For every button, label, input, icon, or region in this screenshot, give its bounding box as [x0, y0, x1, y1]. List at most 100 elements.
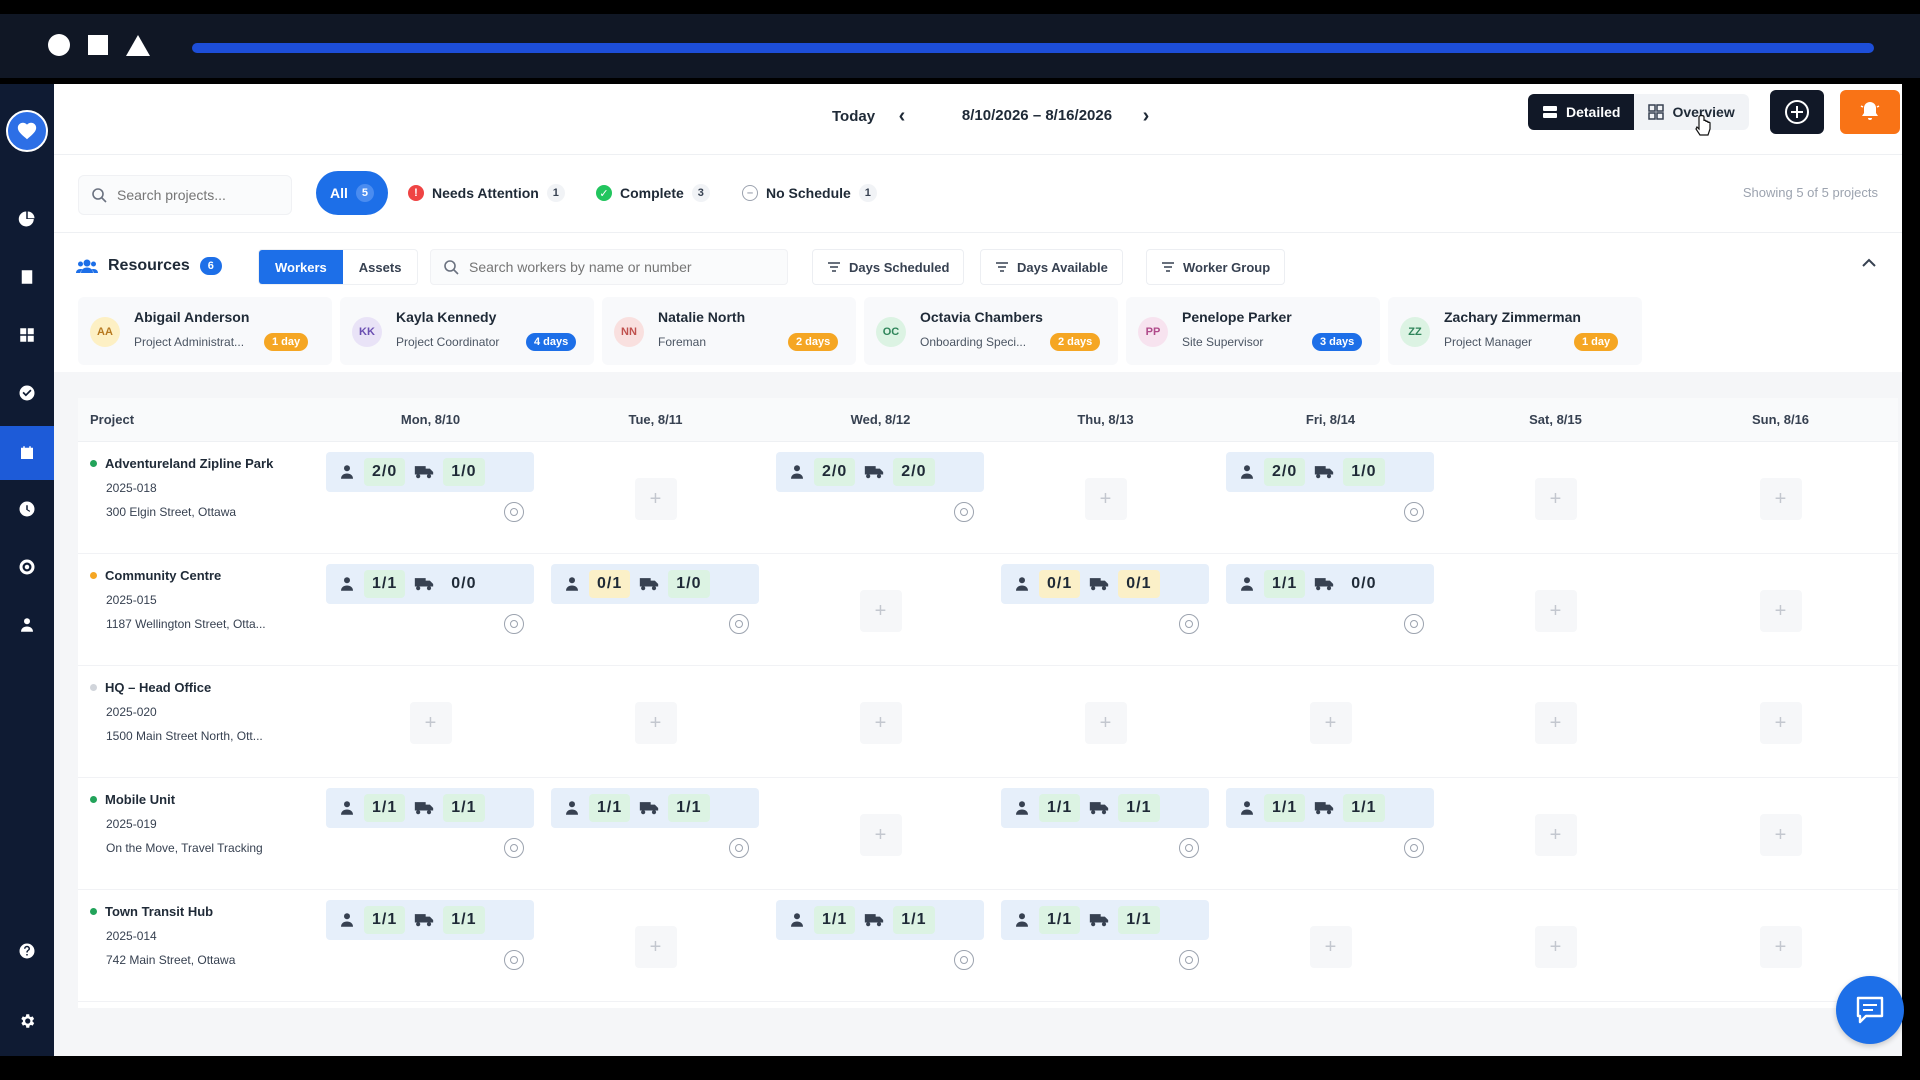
assignment-pill[interactable]: 1/1 1/1	[1001, 788, 1209, 828]
add-schedule-plus-icon[interactable]: +	[1534, 478, 1577, 520]
add-schedule-plus-icon[interactable]: +	[859, 814, 902, 856]
add-schedule-plus-icon[interactable]: +	[1084, 702, 1127, 744]
today-button[interactable]: Today	[818, 98, 889, 134]
assignment-pill[interactable]: 2/0 1/0	[326, 452, 534, 492]
tab-assets[interactable]: Assets	[343, 250, 418, 284]
schedule-cell[interactable]: 2/0 1/0	[326, 452, 534, 526]
add-schedule-plus-icon[interactable]: +	[1759, 590, 1802, 632]
info-icon[interactable]	[954, 950, 974, 970]
project-info[interactable]: Mobile Unit 2025-019 On the Move, Travel…	[90, 792, 310, 855]
add-schedule-plus-icon[interactable]: +	[1309, 702, 1352, 744]
add-schedule-plus-icon[interactable]: +	[409, 702, 452, 744]
schedule-cell[interactable]: 1/1 1/1	[326, 900, 534, 974]
filter-chip-complete[interactable]: ✓ Complete 3	[582, 171, 724, 215]
add-schedule-plus-icon[interactable]: +	[859, 702, 902, 744]
add-schedule-plus-icon[interactable]: +	[1534, 702, 1577, 744]
sidebar-item-time[interactable]	[0, 482, 54, 536]
notifications-button[interactable]	[1840, 90, 1900, 134]
sidebar-item-tasks[interactable]	[0, 366, 54, 420]
schedule-cell[interactable]: 0/1 1/0	[551, 564, 759, 638]
project-info[interactable]: Town Transit Hub 2025-014 742 Main Stree…	[90, 904, 310, 967]
assignment-pill[interactable]: 0/1 1/0	[551, 564, 759, 604]
info-icon[interactable]	[1404, 502, 1424, 522]
tab-workers[interactable]: Workers	[259, 250, 343, 284]
filter-chip-all[interactable]: All 5	[316, 171, 388, 215]
add-schedule-plus-icon[interactable]: +	[1759, 702, 1802, 744]
add-schedule-plus-icon[interactable]: +	[1759, 478, 1802, 520]
add-schedule-plus-icon[interactable]: +	[1309, 926, 1352, 968]
assignment-pill[interactable]: 1/1 1/1	[551, 788, 759, 828]
info-icon[interactable]	[504, 838, 524, 858]
sidebar-item-schedule[interactable]	[0, 426, 54, 480]
add-schedule-plus-icon[interactable]: +	[1759, 926, 1802, 968]
add-schedule-plus-icon[interactable]: +	[1534, 814, 1577, 856]
info-icon[interactable]	[729, 614, 749, 634]
days-available-filter-button[interactable]: Days Available	[980, 249, 1123, 285]
info-icon[interactable]	[954, 502, 974, 522]
schedule-cell[interactable]: 1/1 1/1	[326, 788, 534, 862]
search-workers-input[interactable]	[469, 259, 769, 275]
add-schedule-plus-icon[interactable]: +	[1084, 478, 1127, 520]
info-icon[interactable]	[504, 502, 524, 522]
info-icon[interactable]	[1179, 614, 1199, 634]
schedule-cell[interactable]: 1/1 1/1	[1226, 788, 1434, 862]
chevron-left-icon[interactable]: ‹	[886, 100, 918, 132]
project-info[interactable]: Community Centre 2025-015 1187 Wellingto…	[90, 568, 310, 631]
add-schedule-plus-icon[interactable]: +	[1759, 814, 1802, 856]
add-schedule-plus-icon[interactable]: +	[859, 590, 902, 632]
assignment-pill[interactable]: 1/1 1/1	[776, 900, 984, 940]
sidebar-item-reports[interactable]	[0, 192, 54, 246]
days-scheduled-filter-button[interactable]: Days Scheduled	[812, 249, 965, 285]
schedule-cell[interactable]: 1/1 1/1	[1001, 788, 1209, 862]
sidebar-item-dashboard[interactable]	[0, 308, 54, 362]
filter-chip-needs-attention[interactable]: ! Needs Attention 1	[394, 171, 579, 215]
info-icon[interactable]	[729, 838, 749, 858]
sidebar-item-help[interactable]	[0, 924, 54, 978]
chevron-up-icon[interactable]	[1862, 255, 1876, 273]
assignment-pill[interactable]: 1/1 0/0	[326, 564, 534, 604]
schedule-cell[interactable]: 1/1 0/0	[326, 564, 534, 638]
sidebar-item-documents[interactable]	[0, 250, 54, 304]
assignment-pill[interactable]: 2/0 1/0	[1226, 452, 1434, 492]
sidebar-item-settings[interactable]	[0, 994, 54, 1048]
worker-card[interactable]: OC Octavia Chambers Onboarding Speci... …	[864, 297, 1118, 365]
info-icon[interactable]	[1179, 950, 1199, 970]
project-info[interactable]: Adventureland Zipline Park 2025-018 300 …	[90, 456, 310, 519]
schedule-cell[interactable]: 1/1 0/0	[1226, 564, 1434, 638]
project-info[interactable]: HQ – Head Office 2025-020 1500 Main Stre…	[90, 680, 310, 743]
schedule-cell[interactable]: 1/1 1/1	[551, 788, 759, 862]
assignment-pill[interactable]: 0/1 0/1	[1001, 564, 1209, 604]
sidebar-item-users[interactable]	[0, 598, 54, 652]
schedule-cell[interactable]: 1/1 1/1	[776, 900, 984, 974]
add-schedule-plus-icon[interactable]: +	[634, 478, 677, 520]
add-schedule-plus-icon[interactable]: +	[1534, 926, 1577, 968]
worker-card[interactable]: ZZ Zachary Zimmerman Project Manager 1 d…	[1388, 297, 1642, 365]
chevron-right-icon[interactable]: ›	[1130, 100, 1162, 132]
add-button[interactable]	[1770, 90, 1824, 134]
info-icon[interactable]	[1404, 838, 1424, 858]
assignment-pill[interactable]: 1/1 1/1	[326, 900, 534, 940]
schedule-cell[interactable]: 2/0 1/0	[1226, 452, 1434, 526]
worker-card[interactable]: PP Penelope Parker Site Supervisor 3 day…	[1126, 297, 1380, 365]
heart-logo-icon[interactable]	[6, 110, 48, 152]
add-schedule-plus-icon[interactable]: +	[634, 926, 677, 968]
schedule-cell[interactable]: 2/0 2/0	[776, 452, 984, 526]
overview-view-button[interactable]: Overview	[1634, 94, 1748, 130]
info-icon[interactable]	[504, 950, 524, 970]
filter-chip-no-schedule[interactable]: – No Schedule 1	[728, 171, 891, 215]
info-icon[interactable]	[1179, 838, 1199, 858]
schedule-cell[interactable]: 0/1 0/1	[1001, 564, 1209, 638]
assignment-pill[interactable]: 1/1 1/1	[1226, 788, 1434, 828]
assignment-pill[interactable]: 1/1 1/1	[1001, 900, 1209, 940]
worker-card[interactable]: KK Kayla Kennedy Project Coordinator 4 d…	[340, 297, 594, 365]
add-schedule-plus-icon[interactable]: +	[634, 702, 677, 744]
add-schedule-plus-icon[interactable]: +	[1534, 590, 1577, 632]
worker-card[interactable]: AA Abigail Anderson Project Administrat.…	[78, 297, 332, 365]
search-projects-input[interactable]	[117, 187, 277, 203]
assignment-pill[interactable]: 1/1 0/0	[1226, 564, 1434, 604]
info-icon[interactable]	[1404, 614, 1424, 634]
worker-card[interactable]: NN Natalie North Foreman 2 days	[602, 297, 856, 365]
worker-group-filter-button[interactable]: Worker Group	[1146, 249, 1286, 285]
assignment-pill[interactable]: 1/1 1/1	[326, 788, 534, 828]
assignment-pill[interactable]: 2/0 2/0	[776, 452, 984, 492]
